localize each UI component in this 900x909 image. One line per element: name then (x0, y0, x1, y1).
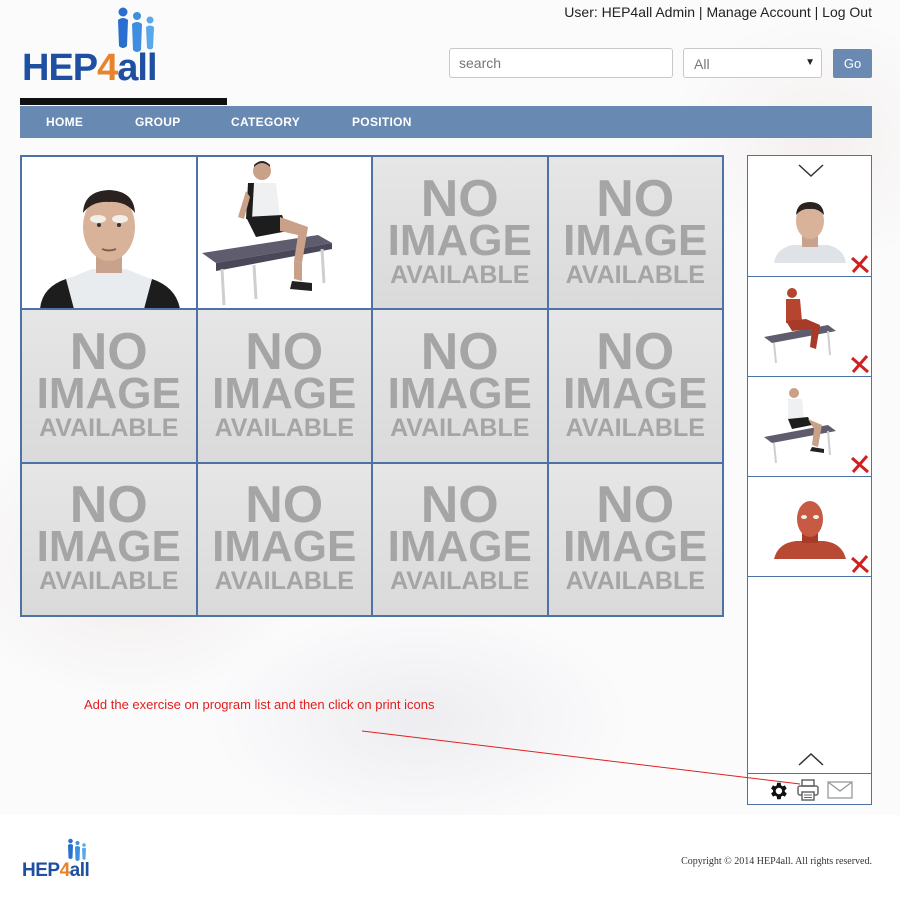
logo-wordmark: HEP4all (22, 47, 158, 89)
main-nav: HOME GROUP CATEGORY POSITION (20, 106, 872, 138)
footer-logo-wordmark: HEP4all (22, 860, 90, 881)
go-button[interactable]: Go (833, 49, 872, 78)
remove-icon[interactable] (850, 254, 870, 274)
exercise-thumbnail-placeholder[interactable]: NO IMAGE AVAILABLE (372, 156, 548, 310)
program-list-panel (747, 155, 872, 805)
muscle-seated-exercise-thumb (764, 288, 836, 364)
exercise-thumbnail-placeholder[interactable]: NO IMAGE AVAILABLE (21, 462, 197, 616)
log-out-link[interactable]: Log Out (822, 4, 872, 20)
program-item[interactable] (748, 177, 871, 277)
exercise-thumbnail-placeholder[interactable]: NO IMAGE AVAILABLE (372, 462, 548, 616)
dropdown-arrow-icon: ▼ (805, 57, 815, 68)
chevron-down-icon[interactable] (798, 164, 824, 178)
seated-table-exercise-image (197, 157, 372, 309)
exercise-thumbnail-placeholder[interactable]: NO IMAGE AVAILABLE (196, 309, 372, 463)
search-input[interactable] (449, 48, 673, 78)
nav-item-position[interactable]: POSITION (352, 106, 412, 138)
remove-icon[interactable] (850, 454, 870, 474)
site-logo[interactable]: HEP4all (22, 6, 197, 90)
exercise-thumbnail-placeholder[interactable]: NO IMAGE AVAILABLE (21, 309, 197, 463)
logo-underline (20, 98, 227, 105)
exercise-thumbnail-placeholder[interactable]: NO IMAGE AVAILABLE (547, 309, 723, 463)
face-exercise-image (22, 157, 196, 309)
seated-table-exercise-thumb (764, 388, 836, 464)
printer-icon[interactable] (796, 778, 820, 802)
muscle-face-exercise-thumb (774, 501, 846, 559)
program-item[interactable] (748, 277, 871, 377)
exercise-thumbnail-placeholder[interactable]: NO IMAGE AVAILABLE (547, 462, 723, 616)
footer-logo[interactable]: HEP4all (22, 838, 112, 882)
user-name: HEP4all Admin (601, 4, 696, 20)
face-exercise-thumb (774, 202, 846, 263)
nav-item-home[interactable]: HOME (46, 106, 83, 138)
remove-icon[interactable] (850, 354, 870, 374)
category-filter-select[interactable]: All ▼ (683, 48, 822, 78)
select-value: All (694, 56, 710, 72)
nav-item-group[interactable]: GROUP (135, 106, 181, 138)
user-label: User: (564, 4, 598, 20)
exercise-gallery: NO IMAGE AVAILABLE NO IMAGE AVAILABLE NO… (20, 155, 724, 617)
exercise-thumbnail-face[interactable] (21, 156, 197, 310)
gear-icon[interactable] (767, 780, 789, 802)
manage-account-link[interactable]: Manage Account (706, 4, 810, 20)
exercise-thumbnail-placeholder[interactable]: NO IMAGE AVAILABLE (547, 156, 723, 310)
separator: | (698, 4, 703, 20)
chevron-up-icon[interactable] (798, 752, 824, 766)
remove-icon[interactable] (850, 554, 870, 574)
user-bar: User: HEP4all Admin | Manage Account | L… (564, 4, 872, 20)
exercise-thumbnail-placeholder[interactable]: NO IMAGE AVAILABLE (372, 309, 548, 463)
program-item[interactable] (748, 477, 871, 577)
program-item[interactable] (748, 377, 871, 477)
copyright-text: Copyright © 2014 HEP4all. All rights res… (681, 856, 872, 867)
exercise-thumbnail-seated[interactable] (196, 156, 372, 310)
separator: | (814, 4, 819, 20)
instruction-annotation: Add the exercise on program list and the… (84, 697, 435, 712)
mail-icon[interactable] (827, 781, 853, 799)
nav-item-category[interactable]: CATEGORY (231, 106, 300, 138)
program-actions (748, 773, 871, 806)
exercise-thumbnail-placeholder[interactable]: NO IMAGE AVAILABLE (196, 462, 372, 616)
